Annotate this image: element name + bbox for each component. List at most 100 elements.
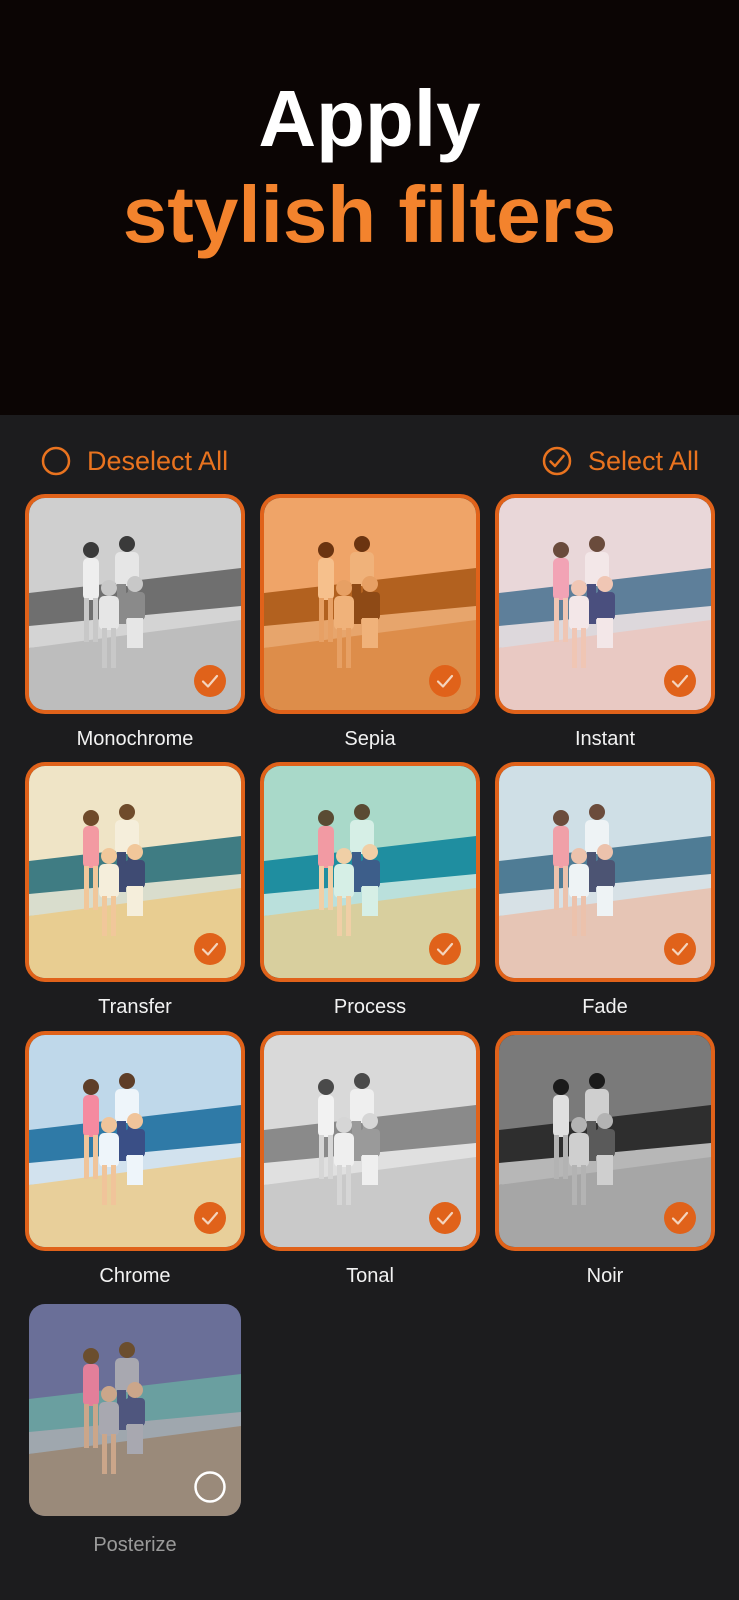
person-leg [328, 598, 333, 642]
checkmark-badge-icon [664, 933, 696, 965]
person-head [336, 1117, 352, 1133]
deselect-all-button[interactable]: Deselect All [41, 439, 228, 483]
filter-label: Chrome [99, 1265, 171, 1287]
filter-label: Monochrome [76, 728, 194, 750]
select-all-button[interactable]: Select All [542, 439, 699, 483]
person-head [354, 1073, 370, 1089]
person-head [336, 848, 352, 864]
person-leg [84, 866, 89, 910]
person-head [83, 1079, 99, 1095]
person-head [589, 804, 605, 820]
person-body [334, 596, 354, 630]
person-body [99, 1133, 119, 1167]
person-head [597, 844, 613, 860]
filter-thumbnail [260, 1031, 480, 1251]
person-body [83, 558, 99, 600]
person-body [318, 558, 334, 600]
checkmark-circle-icon [542, 446, 572, 476]
person-leg [84, 598, 89, 642]
person-body [569, 864, 589, 898]
person-head [571, 848, 587, 864]
person-head [127, 1113, 143, 1129]
filter-tile-tonal[interactable]: Tonal [260, 1031, 480, 1287]
person-leg [111, 896, 116, 936]
person-head [83, 810, 99, 826]
person-shorts [127, 886, 143, 916]
person-leg [337, 896, 342, 936]
person-leg [581, 896, 586, 936]
person-leg [102, 1165, 107, 1205]
person-head [318, 810, 334, 826]
person-body [360, 592, 380, 620]
filter-thumbnail [495, 494, 715, 714]
person-leg [319, 866, 324, 910]
filter-tile-posterize[interactable]: Posterize [25, 1300, 245, 1556]
person-head [362, 576, 378, 592]
person-leg [93, 1404, 98, 1448]
person-head [119, 536, 135, 552]
person-leg [93, 598, 98, 642]
person-shorts [597, 1155, 613, 1185]
person-leg [563, 866, 568, 910]
empty-circle-icon [194, 1471, 226, 1503]
filter-tile-transfer[interactable]: Transfer [25, 762, 245, 1018]
person-leg [84, 1135, 89, 1179]
person-leg [93, 866, 98, 910]
person-head [127, 844, 143, 860]
person-body [318, 826, 334, 868]
hero-banner: Apply stylish filters [0, 0, 739, 415]
person-body [318, 1095, 334, 1137]
person-head [354, 804, 370, 820]
filter-thumbnail [260, 762, 480, 982]
person-leg [563, 598, 568, 642]
person-head [318, 1079, 334, 1095]
filter-label: Tonal [346, 1265, 394, 1287]
filter-tile-monochrome[interactable]: Monochrome [25, 494, 245, 750]
filter-thumbnail [25, 762, 245, 982]
filter-tile-noir[interactable]: Noir [495, 1031, 715, 1287]
empty-circle-icon [41, 446, 71, 476]
person-leg [328, 1135, 333, 1179]
person-shorts [597, 618, 613, 648]
checkmark-badge-icon [194, 1202, 226, 1234]
checkmark-badge-icon [429, 665, 461, 697]
filter-tile-fade[interactable]: Fade [495, 762, 715, 1018]
person-body [553, 1095, 569, 1137]
person-body [125, 1398, 145, 1426]
person-leg [337, 628, 342, 668]
person-leg [346, 1165, 351, 1205]
filter-tile-sepia[interactable]: Sepia [260, 494, 480, 750]
filter-thumbnail [25, 494, 245, 714]
person-leg [102, 628, 107, 668]
person-leg [84, 1404, 89, 1448]
filter-label: Process [333, 996, 407, 1018]
person-head [362, 1113, 378, 1129]
filter-tile-instant[interactable]: Instant [495, 494, 715, 750]
person-body [569, 596, 589, 630]
person-leg [554, 598, 559, 642]
person-shorts [127, 1155, 143, 1185]
checkmark-badge-icon [194, 933, 226, 965]
person-head [101, 1117, 117, 1133]
person-body [595, 592, 615, 620]
filter-label: Instant [574, 728, 636, 750]
filter-tile-chrome[interactable]: Chrome [25, 1031, 245, 1287]
person-shorts [127, 1424, 143, 1454]
person-head [362, 844, 378, 860]
filter-thumbnail [25, 1031, 245, 1251]
person-leg [581, 1165, 586, 1205]
filter-thumbnail [495, 762, 715, 982]
person-leg [346, 628, 351, 668]
person-leg [346, 896, 351, 936]
filter-panel: Deselect All Select All Monochrome Sepia… [0, 415, 739, 1600]
person-head [83, 542, 99, 558]
person-head [119, 1342, 135, 1358]
person-body [125, 1129, 145, 1157]
filter-tile-process[interactable]: Process [260, 762, 480, 1018]
person-leg [572, 896, 577, 936]
person-head [571, 580, 587, 596]
checkmark-badge-icon [429, 1202, 461, 1234]
person-head [589, 536, 605, 552]
person-body [595, 1129, 615, 1157]
person-head [553, 542, 569, 558]
